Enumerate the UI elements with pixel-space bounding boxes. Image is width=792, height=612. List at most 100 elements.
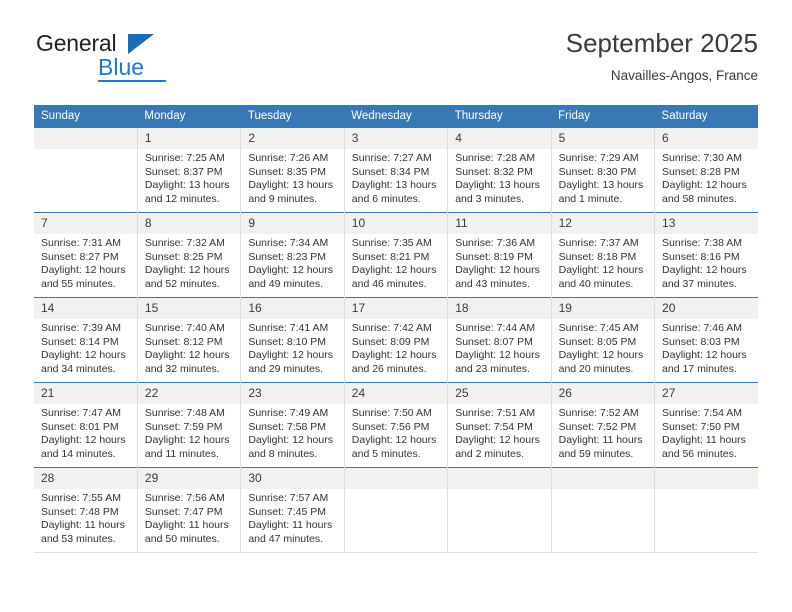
calendar-day-cell[interactable]: 9 Sunrise: 7:34 AM Sunset: 8:23 PM Daylight… <box>240 212 345 298</box>
day-details: Sunrise: 7:29 AM Sunset: 8:30 PM Daylight:… <box>552 149 654 206</box>
sunrise-text: Sunrise: 7:52 AM <box>558 407 639 419</box>
day-details: Sunrise: 7:49 AM Sunset: 7:58 PM Daylight:… <box>241 404 343 461</box>
calendar-day-cell[interactable]: 19 Sunrise: 7:45 AM Sunset: 8:05 PM Dayligh… <box>550 297 655 383</box>
day-details: Sunrise: 7:44 AM Sunset: 8:07 PM Daylight:… <box>448 319 550 376</box>
general-blue-logo[interactable]: General Blue <box>34 30 254 88</box>
daylight-text: Daylight: 12 hours and 32 minutes. <box>144 349 230 375</box>
calendar-day-cell[interactable]: 25 Sunrise: 7:51 AM Sunset: 7:54 PM Dayligh… <box>447 382 552 468</box>
weekday-header-thursday: Thursday <box>447 105 552 128</box>
calendar-day-cell[interactable]: 6 Sunrise: 7:30 AM Sunset: 8:28 PM Daylight… <box>654 127 758 213</box>
day-number <box>344 468 448 489</box>
weekday-header: Sunday Monday Tuesday Wednesday Thursday Frid… <box>34 105 758 128</box>
calendar-day-cell[interactable]: 22 Sunrise: 7:48 AM Sunset: 7:59 PM Dayligh… <box>136 382 241 468</box>
sunset-text: Sunset: 8:19 PM <box>455 250 533 263</box>
calendar-day-cell[interactable]: 7 Sunrise: 7:31 AM Sunset: 8:27 PM Daylight… <box>34 212 138 298</box>
calendar-day-cell[interactable]: 30 Sunrise: 7:57 AM Sunset: 7:45 PM Dayligh… <box>240 467 345 553</box>
sunset-text: Sunset: 8:12 PM <box>144 335 223 348</box>
day-number: 28 <box>34 468 137 489</box>
calendar-week-row: 1 Sunrise: 7:25 AM Sunset: 8:37 PM Daylight… <box>34 127 758 213</box>
sunrise-text: Sunrise: 7:47 AM <box>41 407 121 419</box>
calendar-day-cell[interactable]: 18 Sunrise: 7:44 AM Sunset: 8:07 PM Dayligh… <box>447 297 552 383</box>
daylight-text: Daylight: 13 hours and 3 minutes. <box>455 179 540 205</box>
calendar-day-cell[interactable]: 15 Sunrise: 7:40 AM Sunset: 8:12 PM Dayligh… <box>136 297 241 383</box>
calendar-week-row: 7 Sunrise: 7:31 AM Sunset: 8:27 PM Daylight… <box>34 212 758 298</box>
calendar-week-row: 21 Sunrise: 7:47 AM Sunset: 8:01 PM Dayligh… <box>34 382 758 468</box>
daylight-text: Daylight: 13 hours and 6 minutes. <box>351 179 437 205</box>
day-number: 27 <box>655 383 758 404</box>
calendar-day-cell[interactable]: 8 Sunrise: 7:32 AM Sunset: 8:25 PM Daylight… <box>136 212 241 298</box>
sunset-text: Sunset: 7:54 PM <box>455 420 533 433</box>
sunrise-text: Sunrise: 7:25 AM <box>144 152 225 164</box>
calendar-day-cell[interactable]: 14 Sunrise: 7:39 AM Sunset: 8:14 PM Dayligh… <box>34 297 138 383</box>
calendar-day-cell[interactable]: 10 Sunrise: 7:35 AM Sunset: 8:21 PM Dayligh… <box>343 212 448 298</box>
sunset-text: Sunset: 7:58 PM <box>248 420 326 433</box>
calendar-day-cell[interactable]: 23 Sunrise: 7:49 AM Sunset: 7:58 PM Dayligh… <box>240 382 345 468</box>
sunset-text: Sunset: 7:50 PM <box>662 420 740 433</box>
daylight-text: Daylight: 12 hours and 23 minutes. <box>455 349 540 375</box>
calendar-day-cell[interactable]: 28 Sunrise: 7:55 AM Sunset: 7:48 PM Dayligh… <box>34 467 138 553</box>
day-number: 1 <box>137 128 241 149</box>
day-number: 16 <box>241 298 344 319</box>
calendar-day-cell[interactable]: 27 Sunrise: 7:54 AM Sunset: 7:50 PM Dayligh… <box>654 382 758 468</box>
sunrise-text: Sunrise: 7:38 AM <box>662 237 742 249</box>
day-number: 30 <box>241 468 344 489</box>
calendar-day-cell[interactable]: 29 Sunrise: 7:56 AM Sunset: 7:47 PM Dayligh… <box>136 467 241 553</box>
daylight-text: Daylight: 13 hours and 12 minutes. <box>144 179 230 205</box>
calendar-day-cell[interactable]: 26 Sunrise: 7:52 AM Sunset: 7:52 PM Dayligh… <box>550 382 655 468</box>
daylight-text: Daylight: 12 hours and 11 minutes. <box>144 434 230 460</box>
calendar-day-cell[interactable]: 21 Sunrise: 7:47 AM Sunset: 8:01 PM Dayligh… <box>34 382 138 468</box>
day-number: 6 <box>655 128 758 149</box>
sunset-text: Sunset: 8:32 PM <box>455 165 533 178</box>
calendar-day-cell[interactable]: 1 Sunrise: 7:25 AM Sunset: 8:37 PM Daylight… <box>136 127 241 213</box>
sunset-text: Sunset: 8:35 PM <box>248 165 326 178</box>
daylight-text: Daylight: 12 hours and 8 minutes. <box>248 434 333 460</box>
day-details: Sunrise: 7:36 AM Sunset: 8:19 PM Daylight:… <box>448 234 550 291</box>
day-details: Sunrise: 7:40 AM Sunset: 8:12 PM Daylight:… <box>138 319 240 376</box>
calendar-day-cell[interactable]: 16 Sunrise: 7:41 AM Sunset: 8:10 PM Dayligh… <box>240 297 345 383</box>
day-number: 9 <box>241 213 344 234</box>
day-number: 10 <box>344 213 448 234</box>
daylight-text: Daylight: 12 hours and 40 minutes. <box>558 264 644 290</box>
sunset-text: Sunset: 8:25 PM <box>144 250 223 263</box>
sunrise-text: Sunrise: 7:39 AM <box>41 322 121 334</box>
calendar-day-cell[interactable]: 12 Sunrise: 7:37 AM Sunset: 8:18 PM Dayligh… <box>550 212 655 298</box>
day-details: Sunrise: 7:41 AM Sunset: 8:10 PM Daylight:… <box>241 319 343 376</box>
day-details: Sunrise: 7:57 AM Sunset: 7:45 PM Daylight:… <box>241 489 343 546</box>
daylight-text: Daylight: 12 hours and 46 minutes. <box>351 264 437 290</box>
calendar-day-cell[interactable]: 5 Sunrise: 7:29 AM Sunset: 8:30 PM Daylight… <box>550 127 655 213</box>
calendar-day-cell[interactable]: 17 Sunrise: 7:42 AM Sunset: 8:09 PM Dayligh… <box>343 297 448 383</box>
day-details: Sunrise: 7:55 AM Sunset: 7:48 PM Daylight:… <box>34 489 137 546</box>
sunrise-text: Sunrise: 7:49 AM <box>248 407 329 419</box>
day-details: Sunrise: 7:32 AM Sunset: 8:25 PM Daylight:… <box>138 234 240 291</box>
day-number: 11 <box>448 213 551 234</box>
calendar-day-cell[interactable]: 13 Sunrise: 7:38 AM Sunset: 8:16 PM Dayligh… <box>654 212 758 298</box>
day-details: Sunrise: 7:47 AM Sunset: 8:01 PM Daylight:… <box>34 404 137 461</box>
sunset-text: Sunset: 7:59 PM <box>144 420 223 433</box>
day-number <box>34 128 137 149</box>
weekday-header-tuesday: Tuesday <box>240 105 345 128</box>
calendar-day-cell[interactable]: 2 Sunrise: 7:26 AM Sunset: 8:35 PM Daylight… <box>240 127 345 213</box>
sunrise-text: Sunrise: 7:48 AM <box>144 407 225 419</box>
calendar-day-cell[interactable]: 3 Sunrise: 7:27 AM Sunset: 8:34 PM Daylight… <box>343 127 448 213</box>
day-number: 14 <box>34 298 137 319</box>
calendar-day-cell[interactable]: 24 Sunrise: 7:50 AM Sunset: 7:56 PM Dayligh… <box>343 382 448 468</box>
sunset-text: Sunset: 7:56 PM <box>351 420 430 433</box>
sunset-text: Sunset: 8:07 PM <box>455 335 533 348</box>
day-number: 21 <box>34 383 137 404</box>
daylight-text: Daylight: 13 hours and 1 minute. <box>558 179 644 205</box>
daylight-text: Daylight: 11 hours and 59 minutes. <box>558 434 643 460</box>
day-details: Sunrise: 7:28 AM Sunset: 8:32 PM Daylight:… <box>448 149 550 206</box>
day-details: Sunrise: 7:35 AM Sunset: 8:21 PM Daylight:… <box>345 234 447 291</box>
calendar-header-row: Sunday Monday Tuesday Wednesday Thursday Frid… <box>34 105 758 128</box>
calendar-day-cell[interactable]: 20 Sunrise: 7:46 AM Sunset: 8:03 PM Dayligh… <box>654 297 758 383</box>
logo-text-general: General <box>36 30 117 56</box>
sunset-text: Sunset: 8:30 PM <box>558 165 637 178</box>
calendar-day-cell[interactable]: 11 Sunrise: 7:36 AM Sunset: 8:19 PM Dayligh… <box>447 212 552 298</box>
sunrise-text: Sunrise: 7:26 AM <box>248 152 329 164</box>
day-number <box>655 468 758 489</box>
calendar-day-cell[interactable]: 4 Sunrise: 7:28 AM Sunset: 8:32 PM Daylight… <box>447 127 552 213</box>
sunrise-text: Sunrise: 7:36 AM <box>455 237 536 249</box>
day-details: Sunrise: 7:48 AM Sunset: 7:59 PM Daylight:… <box>138 404 240 461</box>
logo-underline <box>98 80 166 82</box>
day-details: Sunrise: 7:54 AM Sunset: 7:50 PM Daylight:… <box>655 404 758 461</box>
